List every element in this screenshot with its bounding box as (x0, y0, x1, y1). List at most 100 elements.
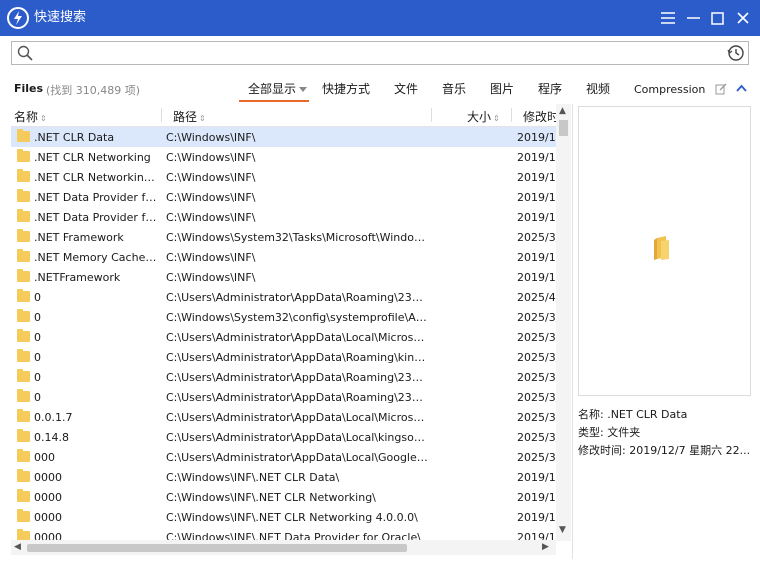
column-header-name[interactable]: 名称 ⇕ (14, 108, 47, 125)
folder-icon (17, 429, 30, 442)
search-icon (17, 45, 33, 61)
folder-icon (17, 289, 30, 302)
row-path: C:\Windows\INF\ (166, 271, 256, 284)
tab-all[interactable]: 全部显示 (248, 81, 308, 97)
tab-files[interactable]: 文件 (394, 81, 418, 97)
table-header: 名称 ⇕ 路径 ⇕ 大小 ⇕ 修改时 (11, 104, 571, 127)
table-row[interactable]: 0000 C:\Windows\INF\.NET CLR Data\ 2019/12 (11, 467, 557, 487)
row-modified: 2025/3/ (517, 391, 557, 404)
scroll-right-icon[interactable]: ▶ (542, 542, 549, 552)
table-row[interactable]: 0 C:\Users\Administrator\AppData\Roaming\… (11, 287, 557, 307)
row-modified: 2025/3/ (517, 371, 557, 384)
maximize-button[interactable] (705, 6, 729, 30)
table-row[interactable]: 0.0.1.7 C:\Users\Administrator\AppData\Lo… (11, 407, 557, 427)
tab-images[interactable]: 图片 (490, 81, 514, 97)
row-name: 0 (34, 351, 41, 364)
row-path: C:\Users\Administrator\AppData\Roaming\2… (166, 371, 428, 384)
minimize-button[interactable] (681, 6, 705, 30)
row-modified: 2025/3/ (517, 431, 557, 444)
row-path: C:\Windows\INF\.NET CLR Networking\ (166, 491, 376, 504)
menu-button[interactable] (656, 6, 680, 30)
table-row[interactable]: 0 C:\Users\Administrator\AppData\Local\Mi… (11, 327, 557, 347)
filter-bar: Files (找到 310,489 项) 全部显示 快捷方式 文件 音乐 图片 … (0, 76, 760, 102)
table-row[interactable]: .NET CLR Networking 4... C:\Windows\INF\ 2… (11, 167, 557, 187)
search-box[interactable] (11, 41, 749, 65)
row-name: .NET CLR Networking 4... (34, 171, 159, 184)
column-header-modified[interactable]: 修改时 (523, 108, 559, 125)
folder-icon (17, 249, 30, 262)
row-modified: 2025/3/ (517, 231, 557, 244)
folder-icon (17, 309, 30, 322)
row-name: 0000 (34, 491, 62, 504)
folder-icon (17, 229, 30, 242)
column-header-size[interactable]: 大小 ⇕ (467, 108, 500, 125)
table-row[interactable]: .NET CLR Networking C:\Windows\INF\ 2019/1… (11, 147, 557, 167)
chevron-down-icon (299, 87, 308, 92)
table-row[interactable]: .NET Data Provider for... C:\Windows\INF\… (11, 207, 557, 227)
row-modified: 2025/3/ (517, 351, 557, 364)
window-title: 快速搜索 (34, 10, 87, 25)
edit-icon[interactable] (715, 83, 727, 95)
horizontal-scroll-thumb[interactable] (27, 544, 407, 552)
column-divider[interactable] (511, 108, 512, 122)
tab-compression[interactable]: Compression (634, 82, 705, 98)
row-name: 0 (34, 371, 41, 384)
row-path: C:\Windows\INF\ (166, 131, 256, 144)
table-row[interactable]: .NET CLR Data C:\Windows\INF\ 2019/12 (11, 127, 557, 147)
folder-icon (17, 409, 30, 422)
row-name: 0 (34, 331, 41, 344)
folder-icon (17, 209, 30, 222)
table-row[interactable]: .NET Data Provider for... C:\Windows\INF\… (11, 187, 557, 207)
app-logo-icon (7, 7, 29, 29)
row-modified: 2025/3/ (517, 451, 557, 464)
row-name: 0.0.1.7 (34, 411, 73, 424)
row-name: .NETFramework (34, 271, 121, 284)
table-row[interactable]: 0 C:\Users\Administrator\AppData\Roaming\… (11, 347, 557, 367)
column-divider[interactable] (431, 108, 432, 122)
search-input[interactable] (38, 44, 732, 64)
scroll-down-icon[interactable]: ▼ (559, 525, 566, 535)
scroll-left-icon[interactable]: ◀ (14, 542, 21, 552)
folder-icon (17, 369, 30, 382)
row-path: C:\Windows\INF\.NET CLR Networking 4.0.0… (166, 511, 418, 524)
column-header-path-label: 路径 (173, 110, 198, 124)
table-row[interactable]: .NET Framework C:\Windows\System32\Tasks\… (11, 227, 557, 247)
horizontal-scrollbar[interactable]: ◀ ▶ (11, 540, 556, 555)
tab-programs[interactable]: 程序 (538, 81, 562, 97)
row-modified: 2019/12 (517, 191, 557, 204)
folder-icon (17, 389, 30, 402)
column-header-path[interactable]: 路径 ⇕ (173, 108, 206, 125)
table-row[interactable]: 0.14.8 C:\Users\Administrator\AppData\Loc… (11, 427, 557, 447)
table-row[interactable]: 0000 C:\Windows\INF\.NET CLR Networking 4… (11, 507, 557, 527)
tab-shortcuts[interactable]: 快捷方式 (322, 81, 370, 97)
row-path: C:\Users\Administrator\AppData\Local\Goo… (166, 451, 428, 464)
vertical-scroll-thumb[interactable] (559, 120, 568, 136)
vertical-scrollbar[interactable]: ▲ ▼ (556, 104, 571, 541)
history-icon[interactable] (727, 44, 745, 62)
folder-icon (17, 469, 30, 482)
table-row[interactable]: 0 C:\Users\Administrator\AppData\Roaming\… (11, 367, 557, 387)
folder-icon (17, 169, 30, 182)
scroll-up-icon[interactable]: ▲ (559, 106, 566, 116)
tab-music[interactable]: 音乐 (442, 81, 466, 97)
table-row[interactable]: 000 C:\Users\Administrator\AppData\Local\… (11, 447, 557, 467)
row-modified: 2025/3/ (517, 311, 557, 324)
close-button[interactable] (731, 6, 755, 30)
pane-divider[interactable] (572, 104, 573, 559)
row-name: .NET Framework (34, 231, 124, 244)
tab-videos[interactable]: 视频 (586, 81, 610, 97)
row-name: 0000 (34, 511, 62, 524)
title-bar: 快速搜索 (0, 0, 760, 36)
chevron-up-icon[interactable] (736, 84, 747, 92)
active-tab-indicator (239, 100, 309, 102)
table-row[interactable]: 0 C:\Users\Administrator\AppData\Roaming\… (11, 387, 557, 407)
maximize-icon (710, 11, 724, 25)
column-divider[interactable] (161, 108, 162, 122)
row-name: 0.14.8 (34, 431, 69, 444)
table-row[interactable]: 0000 C:\Windows\INF\.NET Data Provider fo… (11, 527, 557, 541)
table-row[interactable]: 0 C:\Windows\System32\config\systemprofil… (11, 307, 557, 327)
table-row[interactable]: .NETFramework C:\Windows\INF\ 2019/12 (11, 267, 557, 287)
table-row[interactable]: .NET Memory Cache 4.0 C:\Windows\INF\ 2019… (11, 247, 557, 267)
table-row[interactable]: 0000 C:\Windows\INF\.NET CLR Networking\ 2… (11, 487, 557, 507)
folder-icon (17, 149, 30, 162)
